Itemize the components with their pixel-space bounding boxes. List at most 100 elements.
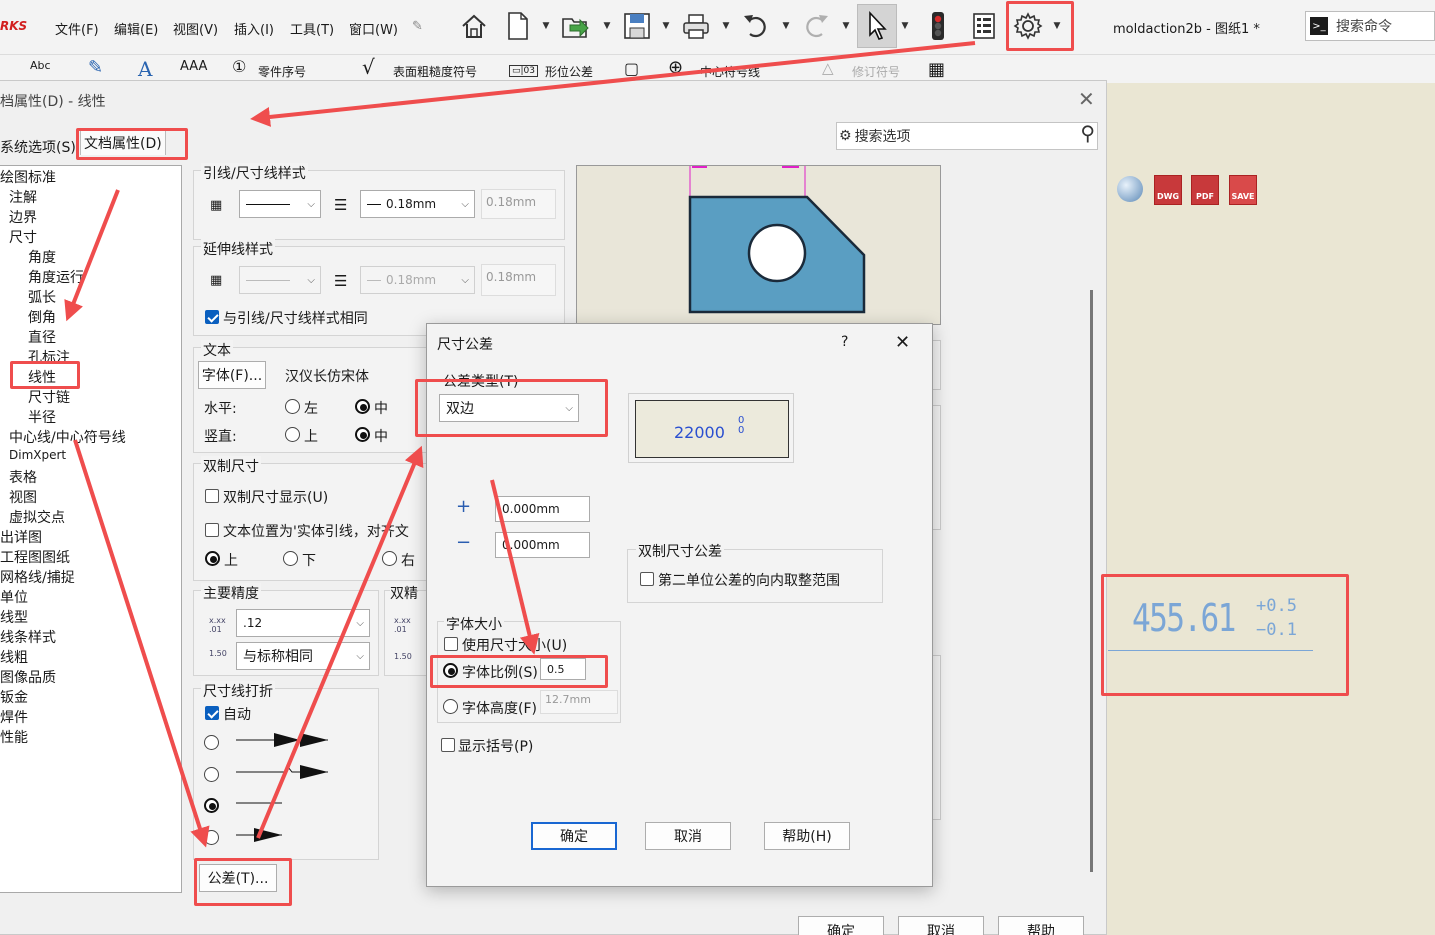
pos-bottom-radio[interactable]	[283, 551, 298, 566]
leader-line-style-select[interactable]: ⌵	[239, 190, 321, 218]
tree-item[interactable]: 虚拟交点	[9, 507, 65, 527]
redo-dropdown-icon[interactable]: ▼	[839, 8, 853, 44]
new-dropdown-icon[interactable]: ▼	[539, 8, 553, 44]
menu-tools[interactable]: 工具(T)	[290, 19, 334, 38]
tree-item[interactable]: 尺寸链	[28, 387, 70, 407]
tree-item[interactable]: 钣金	[0, 687, 28, 707]
tree-item[interactable]: 图像品质	[0, 667, 56, 687]
rebuild-traffic-light-icon[interactable]	[920, 8, 956, 44]
lower-tolerance-input[interactable]: 0.000mm	[495, 532, 590, 558]
tree-item[interactable]: 网格线/捕捉	[0, 567, 75, 587]
ok-button[interactable]: 确定	[798, 916, 884, 935]
tree-item[interactable]: 性能	[0, 727, 28, 747]
tree-item[interactable]: 绘图标准	[0, 167, 56, 187]
tree-item[interactable]: 注解	[9, 187, 37, 207]
primary-precision-select[interactable]: .12 ⌵	[236, 609, 370, 637]
gtol-button[interactable]: 形位公差	[545, 63, 593, 80]
graphics-area[interactable]: DWG PDF SAVE	[1107, 83, 1435, 935]
menu-insert[interactable]: 插入(I)	[234, 19, 274, 38]
close-icon[interactable]: ✕	[1078, 87, 1095, 111]
tolerance-help-button[interactable]: 帮助(H)	[764, 822, 850, 850]
revision-button[interactable]: 修订符号	[852, 63, 900, 80]
ext-thickness-field[interactable]: 0.18mm	[481, 264, 556, 296]
save-icon-red[interactable]: SAVE	[1229, 175, 1257, 205]
font-height-input[interactable]: 12.7mm	[540, 690, 618, 714]
cancel-button[interactable]: 取消	[898, 916, 984, 935]
tree-item[interactable]: 线粗	[0, 647, 28, 667]
pos-top-radio[interactable]	[205, 551, 220, 566]
select-dropdown-icon[interactable]: ▼	[898, 4, 912, 48]
format-painter-icon[interactable]: ✎	[88, 57, 103, 78]
note-icon[interactable]: A	[138, 57, 152, 81]
balloon-icon[interactable]: ①	[232, 57, 246, 76]
tree-item[interactable]: 工程图图纸	[0, 547, 70, 567]
save-as-dwg-icon[interactable]: DWG	[1154, 175, 1182, 205]
select-pointer-icon[interactable]	[857, 4, 897, 48]
use-dim-size-checkbox[interactable]	[444, 637, 458, 651]
help-button[interactable]: 帮助	[998, 916, 1084, 935]
center-mark-button[interactable]: 中心符号线	[700, 63, 760, 80]
undo-dropdown-icon[interactable]: ▼	[779, 8, 793, 44]
upper-tolerance-input[interactable]: 0.000mm	[495, 496, 590, 522]
center-mark-icon[interactable]: ⊕	[668, 57, 683, 78]
balloon-button[interactable]: 零件序号	[258, 63, 306, 80]
gtol-icon[interactable]: ▭|03	[509, 65, 538, 77]
v-center-radio[interactable]	[355, 427, 370, 442]
tree-item[interactable]: DimXpert	[9, 448, 66, 462]
appearance-sphere-icon[interactable]	[1117, 176, 1143, 202]
leader-thickness-field[interactable]: 0.18mm	[481, 189, 556, 219]
break-style-1-radio[interactable]	[204, 735, 219, 750]
help-question-icon[interactable]: ?	[841, 334, 848, 350]
surface-finish-icon[interactable]: √	[362, 55, 375, 79]
tolerance-precision-select[interactable]: 与标称相同 ⌵	[236, 642, 370, 670]
tree-item[interactable]: 直径	[28, 327, 56, 347]
tree-item[interactable]: 尺寸	[9, 227, 37, 247]
h-left-radio[interactable]	[285, 399, 300, 414]
home-icon[interactable]	[456, 8, 492, 44]
text-style-icon[interactable]: AAA	[180, 59, 207, 74]
surface-finish-button[interactable]: 表面粗糙度符号	[393, 63, 477, 80]
search-icon[interactable]: ⚲	[1080, 121, 1095, 145]
tree-item[interactable]: 线型	[0, 607, 28, 627]
revision-icon[interactable]: △	[822, 59, 834, 77]
close-icon[interactable]: ✕	[895, 332, 910, 353]
font-height-radio[interactable]	[443, 699, 458, 714]
break-style-2-radio[interactable]	[204, 767, 219, 782]
dual-display-checkbox[interactable]	[205, 489, 219, 503]
ext-line-style-select[interactable]: ⌵	[239, 266, 321, 294]
open-icon[interactable]	[558, 8, 594, 44]
v-top-radio[interactable]	[285, 427, 300, 442]
tree-item[interactable]: 出详图	[0, 527, 42, 547]
table-icon[interactable]: ▦	[928, 59, 945, 80]
tree-item[interactable]: 表格	[9, 467, 37, 487]
pin-icon[interactable]: ✎	[412, 19, 423, 34]
tolerance-cancel-button[interactable]: 取消	[645, 822, 731, 850]
leader-thickness-select[interactable]: 0.18mm ⌵	[360, 190, 475, 218]
dual-position-checkbox[interactable]	[205, 523, 219, 537]
open-dropdown-icon[interactable]: ▼	[600, 8, 614, 44]
save-icon[interactable]	[619, 8, 655, 44]
same-as-leader-checkbox[interactable]	[205, 310, 219, 324]
tree-item[interactable]: 中心线/中心符号线	[9, 427, 126, 447]
show-parens-checkbox[interactable]	[441, 738, 455, 752]
menu-file[interactable]: 文件(F)	[55, 19, 99, 38]
tree-item[interactable]: 弧长	[28, 287, 56, 307]
break-auto-checkbox[interactable]	[205, 706, 219, 720]
save-as-pdf-icon[interactable]: PDF	[1191, 175, 1219, 205]
vertical-scrollbar[interactable]	[1090, 290, 1093, 872]
h-center-radio[interactable]	[355, 399, 370, 414]
spell-check-icon[interactable]: Abc	[30, 59, 51, 72]
font-button[interactable]: 字体(F)...	[198, 361, 266, 389]
redo-icon[interactable]	[798, 8, 834, 44]
tree-item[interactable]: 视图	[9, 487, 37, 507]
break-style-3-radio[interactable]	[204, 798, 219, 813]
print-dropdown-icon[interactable]: ▼	[719, 8, 733, 44]
tree-item[interactable]: 单位	[0, 587, 28, 607]
tree-item[interactable]: 角度运行	[28, 267, 84, 287]
dual-round-checkbox[interactable]	[640, 572, 654, 586]
undo-icon[interactable]	[738, 8, 774, 44]
command-search-input[interactable]: >_ 搜索命令	[1305, 11, 1435, 41]
tree-item[interactable]: 角度	[28, 247, 56, 267]
pos-right-radio[interactable]	[382, 551, 397, 566]
tab-system-options[interactable]: 系统选项(S)	[0, 137, 76, 157]
